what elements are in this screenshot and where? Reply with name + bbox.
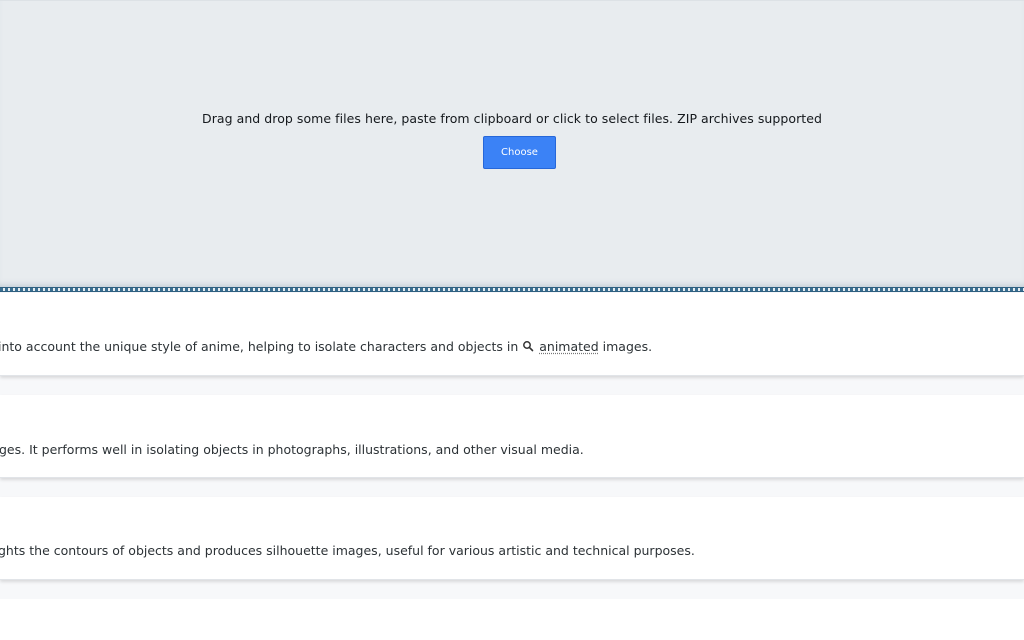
model-description-card: ghts the contours of objects and produce… [0,497,1024,580]
card-description: into account the unique style of anime, … [0,339,652,354]
search-icon [523,341,534,352]
model-description-card: into account the unique style of anime, … [0,293,1024,376]
card-text-after: images. [598,339,653,354]
file-dropzone[interactable]: Drag and drop some files here, paste fro… [0,0,1024,287]
card-description: ghts the contours of objects and produce… [0,543,695,558]
choose-files-button[interactable]: Choose [483,136,556,169]
card-description: ges. It performs well in isolating objec… [0,442,584,457]
model-description-card: ges. It performs well in isolating objec… [0,395,1024,478]
animated-term-link[interactable]: animated [539,339,598,354]
dropzone-border [0,287,1024,292]
card-text-before: into account the unique style of anime, … [0,339,519,354]
page: Drag and drop some files here, paste fro… [0,0,1024,640]
next-card-partial [0,599,1024,640]
dropzone-instructions: Drag and drop some files here, paste fro… [202,111,822,126]
